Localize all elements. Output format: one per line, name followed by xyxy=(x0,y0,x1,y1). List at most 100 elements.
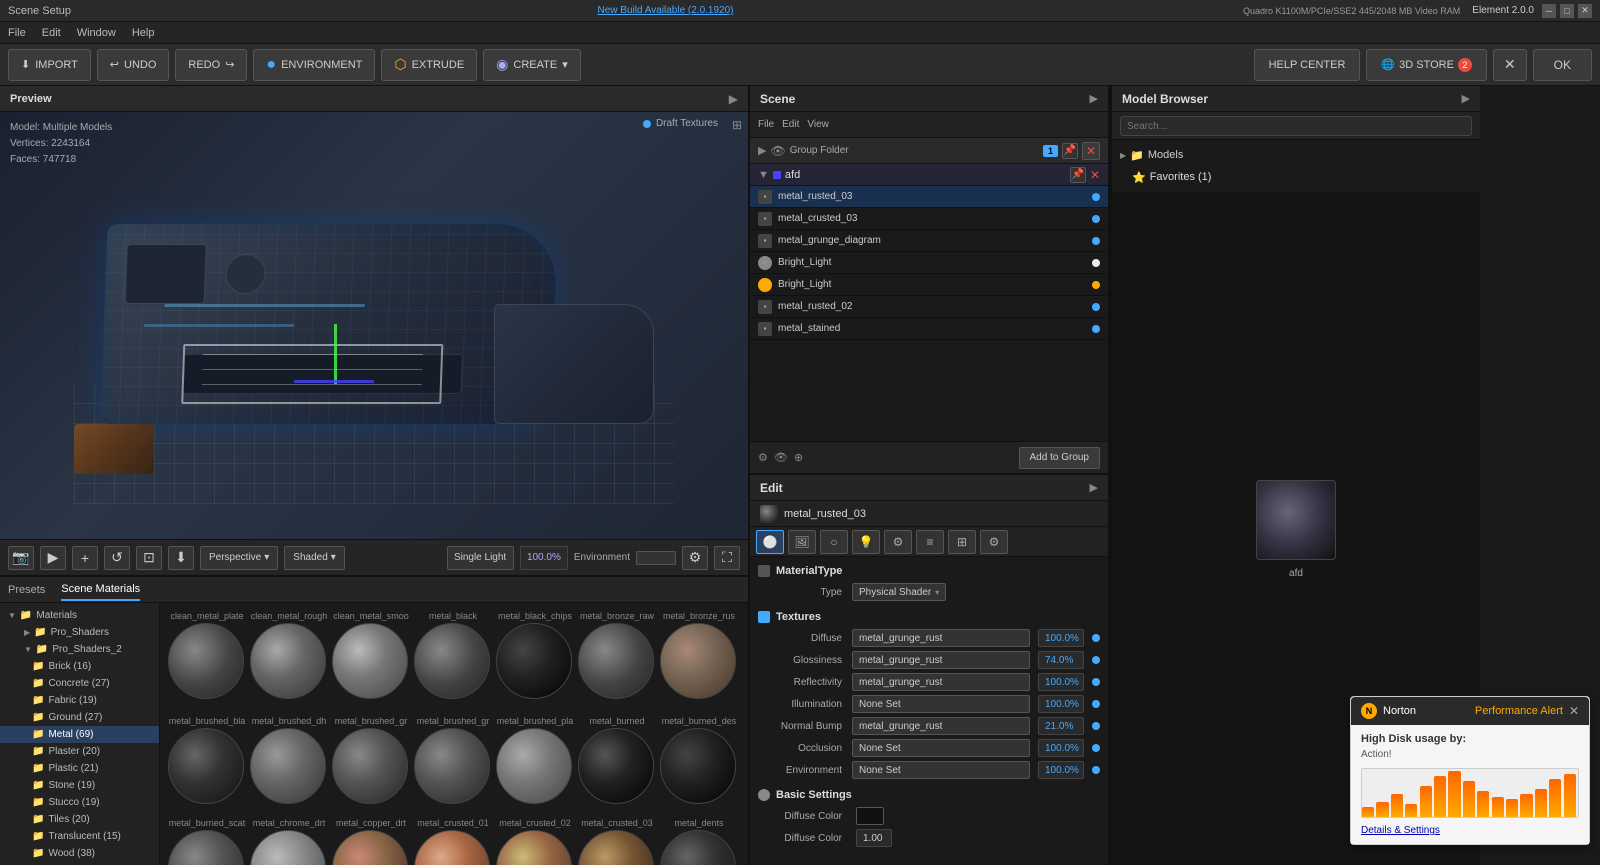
sidebar-item-plaster[interactable]: 📁 Plaster (20) xyxy=(0,743,159,760)
minimize-button[interactable]: ─ xyxy=(1542,4,1556,18)
norton-close-icon[interactable]: ✕ xyxy=(1569,704,1579,718)
sidebar-item-materials[interactable]: ▼ 📁 Materials xyxy=(0,607,159,624)
scene-edit-menu[interactable]: Edit xyxy=(782,119,799,130)
mat-tab-layers[interactable]: ≡ xyxy=(916,530,944,554)
fullscreen-icon[interactable]: ⛶ xyxy=(714,546,740,570)
occl-tex-value[interactable]: None Set xyxy=(852,739,1030,757)
import-button[interactable]: ⬇ IMPORT xyxy=(8,49,91,81)
tab-scene-materials[interactable]: Scene Materials xyxy=(61,579,140,601)
undo-button[interactable]: ↩ UNDO xyxy=(97,49,170,81)
scene-item-metal-stained[interactable]: ▪ metal_stained xyxy=(750,318,1108,340)
mat-item-clean-metal-rough[interactable] xyxy=(250,623,328,702)
model-search-input[interactable] xyxy=(1120,116,1472,136)
folder-vis-icon[interactable]: 👁 xyxy=(770,144,785,158)
scene-vis-icon[interactable]: 👁 xyxy=(774,451,788,464)
camera-icon[interactable]: 📷 xyxy=(8,546,34,570)
mat-item-crusted-03[interactable] xyxy=(578,830,656,865)
frame-icon[interactable]: ⊡ xyxy=(136,546,162,570)
norton-details-link[interactable]: Details & Settings xyxy=(1361,825,1440,836)
gloss-tex-value[interactable]: metal_grunge_rust xyxy=(852,651,1030,669)
mat-item-crusted-01[interactable] xyxy=(414,830,492,865)
mat-item-metal-bronze-rus[interactable] xyxy=(660,623,738,702)
shaded-select[interactable]: Shaded ▾ xyxy=(284,546,345,570)
sidebar-item-metal[interactable]: 📁 Metal (69) xyxy=(0,726,159,743)
mat-item-burned-des[interactable] xyxy=(660,728,738,804)
mat-item-metal-bronze-raw[interactable] xyxy=(578,623,656,702)
scene-item-metal-rusted-03[interactable]: ▪ metal_rusted_03 xyxy=(750,186,1108,208)
diffuse-color-swatch[interactable] xyxy=(856,807,884,825)
mat-item-crusted-02[interactable] xyxy=(496,830,574,865)
mat-item-dents[interactable] xyxy=(660,830,738,865)
new-build-notice[interactable]: New Build Available (2.0.1920) xyxy=(88,5,1243,16)
sidebar-item-concrete[interactable]: 📁 Concrete (27) xyxy=(0,675,159,692)
maximize-button[interactable]: □ xyxy=(1560,4,1574,18)
sidebar-item-pro-shaders-2[interactable]: ▼ 📁 Pro_Shaders_2 xyxy=(0,641,159,658)
menu-file[interactable]: File xyxy=(8,27,26,39)
mat-tab-image[interactable]: 🖼 xyxy=(788,530,816,554)
scene-add-icon[interactable]: ⊕ xyxy=(794,451,803,464)
perspective-select[interactable]: Perspective ▾ xyxy=(200,546,278,570)
mb-expand-icon[interactable]: ▶ xyxy=(1462,92,1470,105)
extrude-button[interactable]: ⬡ EXTRUDE xyxy=(381,49,477,81)
mat-tab-sphere[interactable]: ⚪ xyxy=(756,530,784,554)
environment-button[interactable]: ● ENVIRONMENT xyxy=(253,49,375,81)
sidebar-item-plastic[interactable]: 📁 Plastic (21) xyxy=(0,760,159,777)
normal-tex-pct[interactable]: 21.0% xyxy=(1038,717,1084,735)
mat-tab-circle[interactable]: ○ xyxy=(820,530,848,554)
mat-item-burned[interactable] xyxy=(578,728,656,804)
sidebar-item-brick[interactable]: 📁 Brick (16) xyxy=(0,658,159,675)
expand-viewport-icon[interactable]: ▶ xyxy=(729,92,738,106)
pin-icon[interactable]: 📌 xyxy=(1062,143,1078,159)
diffuse-value[interactable]: 1.00 xyxy=(856,829,892,847)
mat-tab-grid[interactable]: ⊞ xyxy=(948,530,976,554)
mat-item-brushed-dh[interactable] xyxy=(250,728,328,804)
scene-item-metal-grunge-diagram[interactable]: ▪ metal_grunge_diagram xyxy=(750,230,1108,252)
sidebar-item-tiles[interactable]: 📁 Tiles (20) xyxy=(0,811,159,828)
scene-expand-icon[interactable]: ▶ xyxy=(1090,92,1098,105)
mb-tree-favorites[interactable]: ⭐ Favorites (1) xyxy=(1112,166,1480,188)
mat-item-brushed-bla[interactable] xyxy=(168,728,246,804)
close-button[interactable]: ✕ xyxy=(1578,4,1592,18)
redo-button[interactable]: REDO ↪ xyxy=(175,49,247,81)
mat-item-copper-drt[interactable] xyxy=(332,830,410,865)
create-button[interactable]: ◉ CREATE ▾ xyxy=(483,49,581,81)
normal-tex-value[interactable]: metal_grunge_rust xyxy=(852,717,1030,735)
mat-item-metal-black-chips[interactable] xyxy=(496,623,574,702)
mat-item-brushed-gr2[interactable] xyxy=(414,728,492,804)
mat-item-burned-scat[interactable] xyxy=(168,830,246,865)
tab-presets[interactable]: Presets xyxy=(8,580,45,600)
menu-help[interactable]: Help xyxy=(132,27,155,39)
env-tex-pct[interactable]: 100.0% xyxy=(1038,761,1084,779)
sidebar-item-ground[interactable]: 📁 Ground (27) xyxy=(0,709,159,726)
mat-item-clean-metal-smoo[interactable] xyxy=(332,623,410,702)
afd-pin-icon[interactable]: 📌 xyxy=(1070,167,1086,183)
help-center-button[interactable]: HELP CENTER xyxy=(1254,49,1361,81)
afd-expand-icon[interactable]: ▼ xyxy=(758,169,769,181)
scene-item-metal-crusted-03[interactable]: ▪ metal_crusted_03 xyxy=(750,208,1108,230)
scene-file-menu[interactable]: File xyxy=(758,119,774,130)
mat-tab-light[interactable]: 💡 xyxy=(852,530,880,554)
sidebar-item-stucco[interactable]: 📁 Stucco (19) xyxy=(0,794,159,811)
add-icon[interactable]: + xyxy=(72,546,98,570)
play-icon[interactable]: ▶ xyxy=(40,546,66,570)
illum-tex-value[interactable]: None Set xyxy=(852,695,1030,713)
mb-tree-models[interactable]: ▶ 📁 Models xyxy=(1112,144,1480,166)
occl-tex-pct[interactable]: 100.0% xyxy=(1038,739,1084,757)
mat-tab-settings[interactable]: ⚙ xyxy=(884,530,912,554)
menu-window[interactable]: Window xyxy=(77,27,116,39)
mat-item-brushed-gr1[interactable] xyxy=(332,728,410,804)
sidebar-item-pro-shaders[interactable]: ▶ 📁 Pro_Shaders xyxy=(0,624,159,641)
scene-item-bright-light-1[interactable]: ○ Bright_Light xyxy=(750,252,1108,274)
diffuse-tex-pct[interactable]: 100.0% xyxy=(1038,629,1084,647)
mat-item-chrome-drt[interactable] xyxy=(250,830,328,865)
refresh-icon[interactable]: ↺ xyxy=(104,546,130,570)
gloss-tex-pct[interactable]: 74.0% xyxy=(1038,651,1084,669)
reflect-tex-pct[interactable]: 100.0% xyxy=(1038,673,1084,691)
mat-tab-gear[interactable]: ⚙ xyxy=(980,530,1008,554)
scene-item-bright-light-2[interactable]: ○ Bright_Light xyxy=(750,274,1108,296)
menu-edit[interactable]: Edit xyxy=(42,27,61,39)
mat-type-select[interactable]: Physical Shader ▾ xyxy=(852,583,946,601)
scene-view-menu[interactable]: View xyxy=(807,119,829,130)
afd-close-icon[interactable]: ✕ xyxy=(1090,168,1100,182)
ok-button[interactable]: OK xyxy=(1533,49,1592,81)
